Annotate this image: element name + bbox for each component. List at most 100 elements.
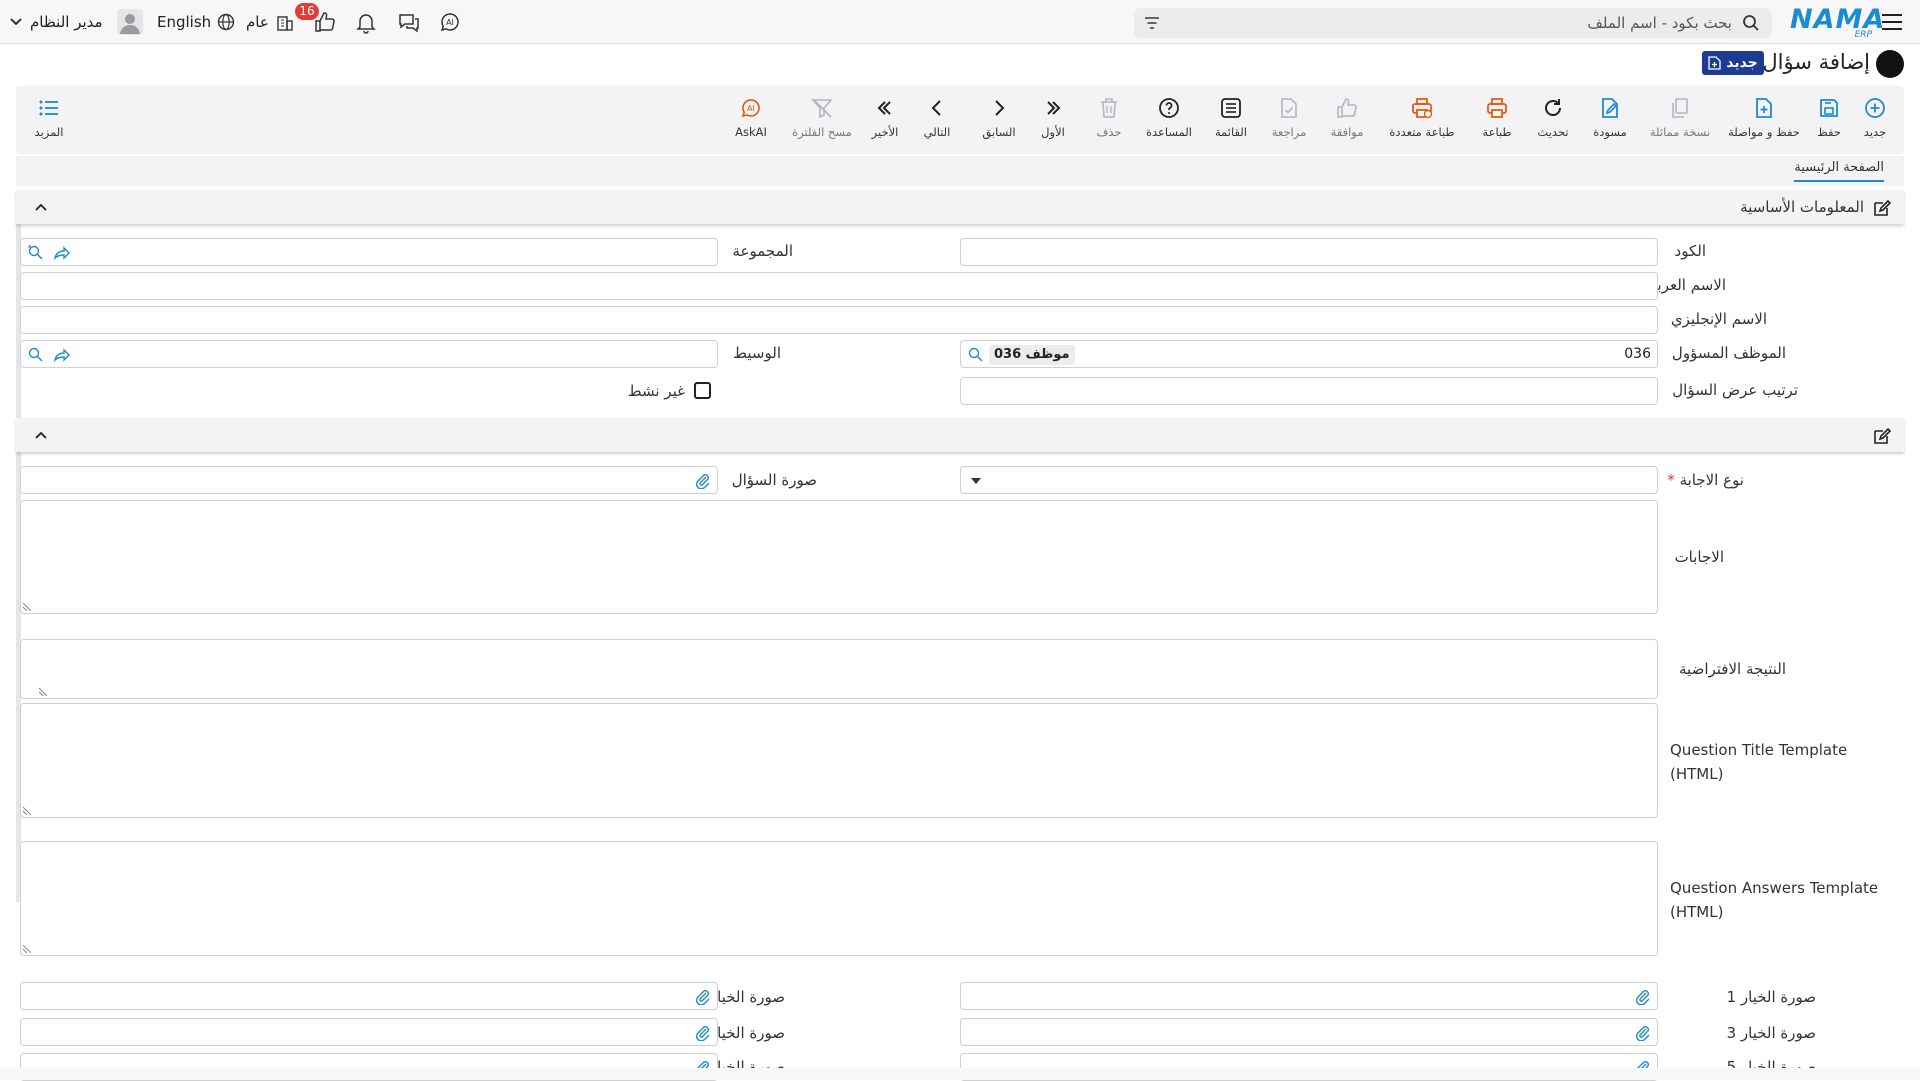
file-plus-icon (1756, 98, 1772, 118)
copy-similar-button[interactable]: نسخة مماثلة (1640, 86, 1720, 154)
chevron-down-icon (10, 18, 22, 26)
save-continue-button[interactable]: حفظ و مواصلة (1724, 86, 1804, 154)
chevron-right-icon (995, 100, 1005, 116)
top-bar: NAMA ERP AI 16 عام English مدير النظام (0, 0, 1920, 44)
save-label: حفظ (1817, 125, 1841, 139)
display-order-input[interactable] (960, 377, 1658, 405)
paperclip-icon[interactable] (1634, 1024, 1651, 1041)
option3-image-upload[interactable] (960, 1018, 1658, 1046)
lookup-search-icon[interactable] (27, 346, 44, 363)
search-input[interactable] (1184, 8, 1732, 38)
answers-textarea[interactable] (20, 500, 1658, 614)
notifications-count-badge: 16 (295, 3, 319, 20)
previous-label: السابق (982, 125, 1016, 139)
option2-image-upload[interactable] (20, 982, 718, 1010)
resize-handle-icon[interactable] (23, 807, 31, 815)
broker-lookup[interactable] (20, 340, 718, 368)
chevron-up-icon[interactable] (34, 201, 48, 213)
resize-handle-icon[interactable] (39, 688, 47, 696)
paperclip-icon[interactable] (1634, 988, 1651, 1005)
responsible-employee-label: الموظف المسؤول (1671, 344, 1786, 362)
share-icon[interactable] (53, 244, 70, 261)
list-button[interactable]: القائمة (1198, 86, 1264, 154)
paperclip-icon[interactable] (694, 1024, 711, 1041)
help-button[interactable]: المساعدة (1136, 86, 1202, 154)
paperclip-icon[interactable] (694, 988, 711, 1005)
default-result-label: النتيجة الافتراضية (1679, 660, 1786, 678)
option4-image-upload[interactable] (20, 1018, 718, 1046)
review-button[interactable]: مراجعة (1256, 86, 1322, 154)
chat-icon[interactable] (397, 0, 421, 44)
inactive-label: غير نشط (627, 382, 685, 400)
approve-label: موافقة (1330, 125, 1364, 139)
logo-subtext: ERP (1854, 30, 1872, 40)
search-icon[interactable] (1742, 14, 1760, 32)
record-state-badge: جديد (1702, 51, 1764, 75)
chevron-up-icon[interactable] (34, 429, 48, 441)
responsible-employee-name: موظف 036 (989, 345, 1075, 365)
answer-type-select[interactable] (960, 466, 1658, 494)
bottom-edge (0, 1068, 1920, 1080)
resize-handle-icon[interactable] (23, 945, 31, 953)
more-button[interactable]: المزيد (16, 86, 82, 154)
user-menu[interactable]: مدير النظام (10, 0, 143, 44)
branch-selector[interactable]: عام (246, 0, 295, 44)
copy-icon (1672, 98, 1688, 118)
answers-template-textarea[interactable] (20, 841, 1658, 956)
filter-icon[interactable] (1144, 16, 1160, 30)
user-name: مدير النظام (30, 13, 103, 31)
thumbs-up-icon (1337, 98, 1357, 118)
save-icon (1820, 99, 1838, 117)
help-label: المساعدة (1145, 125, 1193, 139)
trash-icon (1101, 98, 1117, 118)
answer-type-label-text: نوع الاجابة (1679, 471, 1744, 489)
title-template-textarea[interactable] (20, 703, 1658, 818)
draft-button[interactable]: مسودة (1577, 86, 1643, 154)
more-list-icon (39, 100, 58, 116)
status-indicator (1876, 50, 1904, 78)
multi-printer-icon (1412, 98, 1433, 119)
previous-record-button[interactable]: السابق (966, 86, 1032, 154)
action-toolbar: جديد حفظ حفظ و مواصلة نسخة مماثلة مسودة … (16, 86, 1904, 154)
ask-ai-button[interactable]: AI AskAI (718, 86, 784, 154)
next-label: التالي (923, 125, 951, 139)
multi-print-button[interactable]: طباعة متعددة (1382, 86, 1462, 154)
english-name-input[interactable] (20, 306, 1658, 334)
responsible-employee-lookup[interactable]: 036 موظف 036 (960, 340, 1658, 368)
approve-button[interactable]: موافقة (1314, 86, 1380, 154)
section-basic-header[interactable]: المعلومات الأساسية (16, 190, 1904, 224)
bell-icon[interactable] (354, 0, 378, 44)
language-switch[interactable]: English (157, 0, 235, 44)
default-result-textarea[interactable] (20, 639, 1658, 699)
multi-print-label: طباعة متعددة (1389, 125, 1455, 139)
tab-main[interactable]: الصفحة الرئيسية (1794, 160, 1884, 182)
last-record-button[interactable]: الأخير (852, 86, 918, 154)
section-basic-title: المعلومات الأساسية (1740, 198, 1864, 216)
code-input[interactable] (960, 238, 1658, 266)
draft-edit-icon (1602, 98, 1618, 118)
list-label: القائمة (1214, 125, 1248, 139)
title-template-label: Question Title Template (HTML) (1670, 741, 1848, 783)
nama-logo[interactable]: NAMA ERP (1790, 5, 1884, 41)
lookup-search-icon[interactable] (967, 346, 984, 363)
resize-handle-icon[interactable] (23, 603, 31, 611)
ai-assistant-icon[interactable]: AI (438, 0, 462, 44)
inactive-checkbox[interactable] (694, 382, 711, 399)
draft-label: مسودة (1593, 125, 1627, 139)
answers-label: الاجابات (1674, 548, 1724, 566)
lookup-search-icon[interactable] (27, 244, 44, 261)
printer-icon (1487, 98, 1507, 118)
new-label: جديد (1863, 125, 1887, 139)
arabic-name-input[interactable] (20, 272, 1658, 300)
option1-image-upload[interactable] (960, 982, 1658, 1010)
save-button[interactable]: حفظ (1796, 86, 1862, 154)
paperclip-icon[interactable] (694, 472, 711, 489)
hamburger-menu-icon[interactable] (1882, 0, 1904, 44)
share-icon[interactable] (53, 346, 70, 363)
group-lookup[interactable] (20, 238, 718, 266)
option1-image-label: صورة الخيار 1 (1726, 988, 1816, 1006)
question-image-upload[interactable] (20, 466, 718, 494)
section-question-header[interactable] (16, 418, 1904, 452)
clear-filter-button[interactable]: مسح الفلترة (786, 86, 858, 154)
print-button[interactable]: طباعة (1464, 86, 1530, 154)
